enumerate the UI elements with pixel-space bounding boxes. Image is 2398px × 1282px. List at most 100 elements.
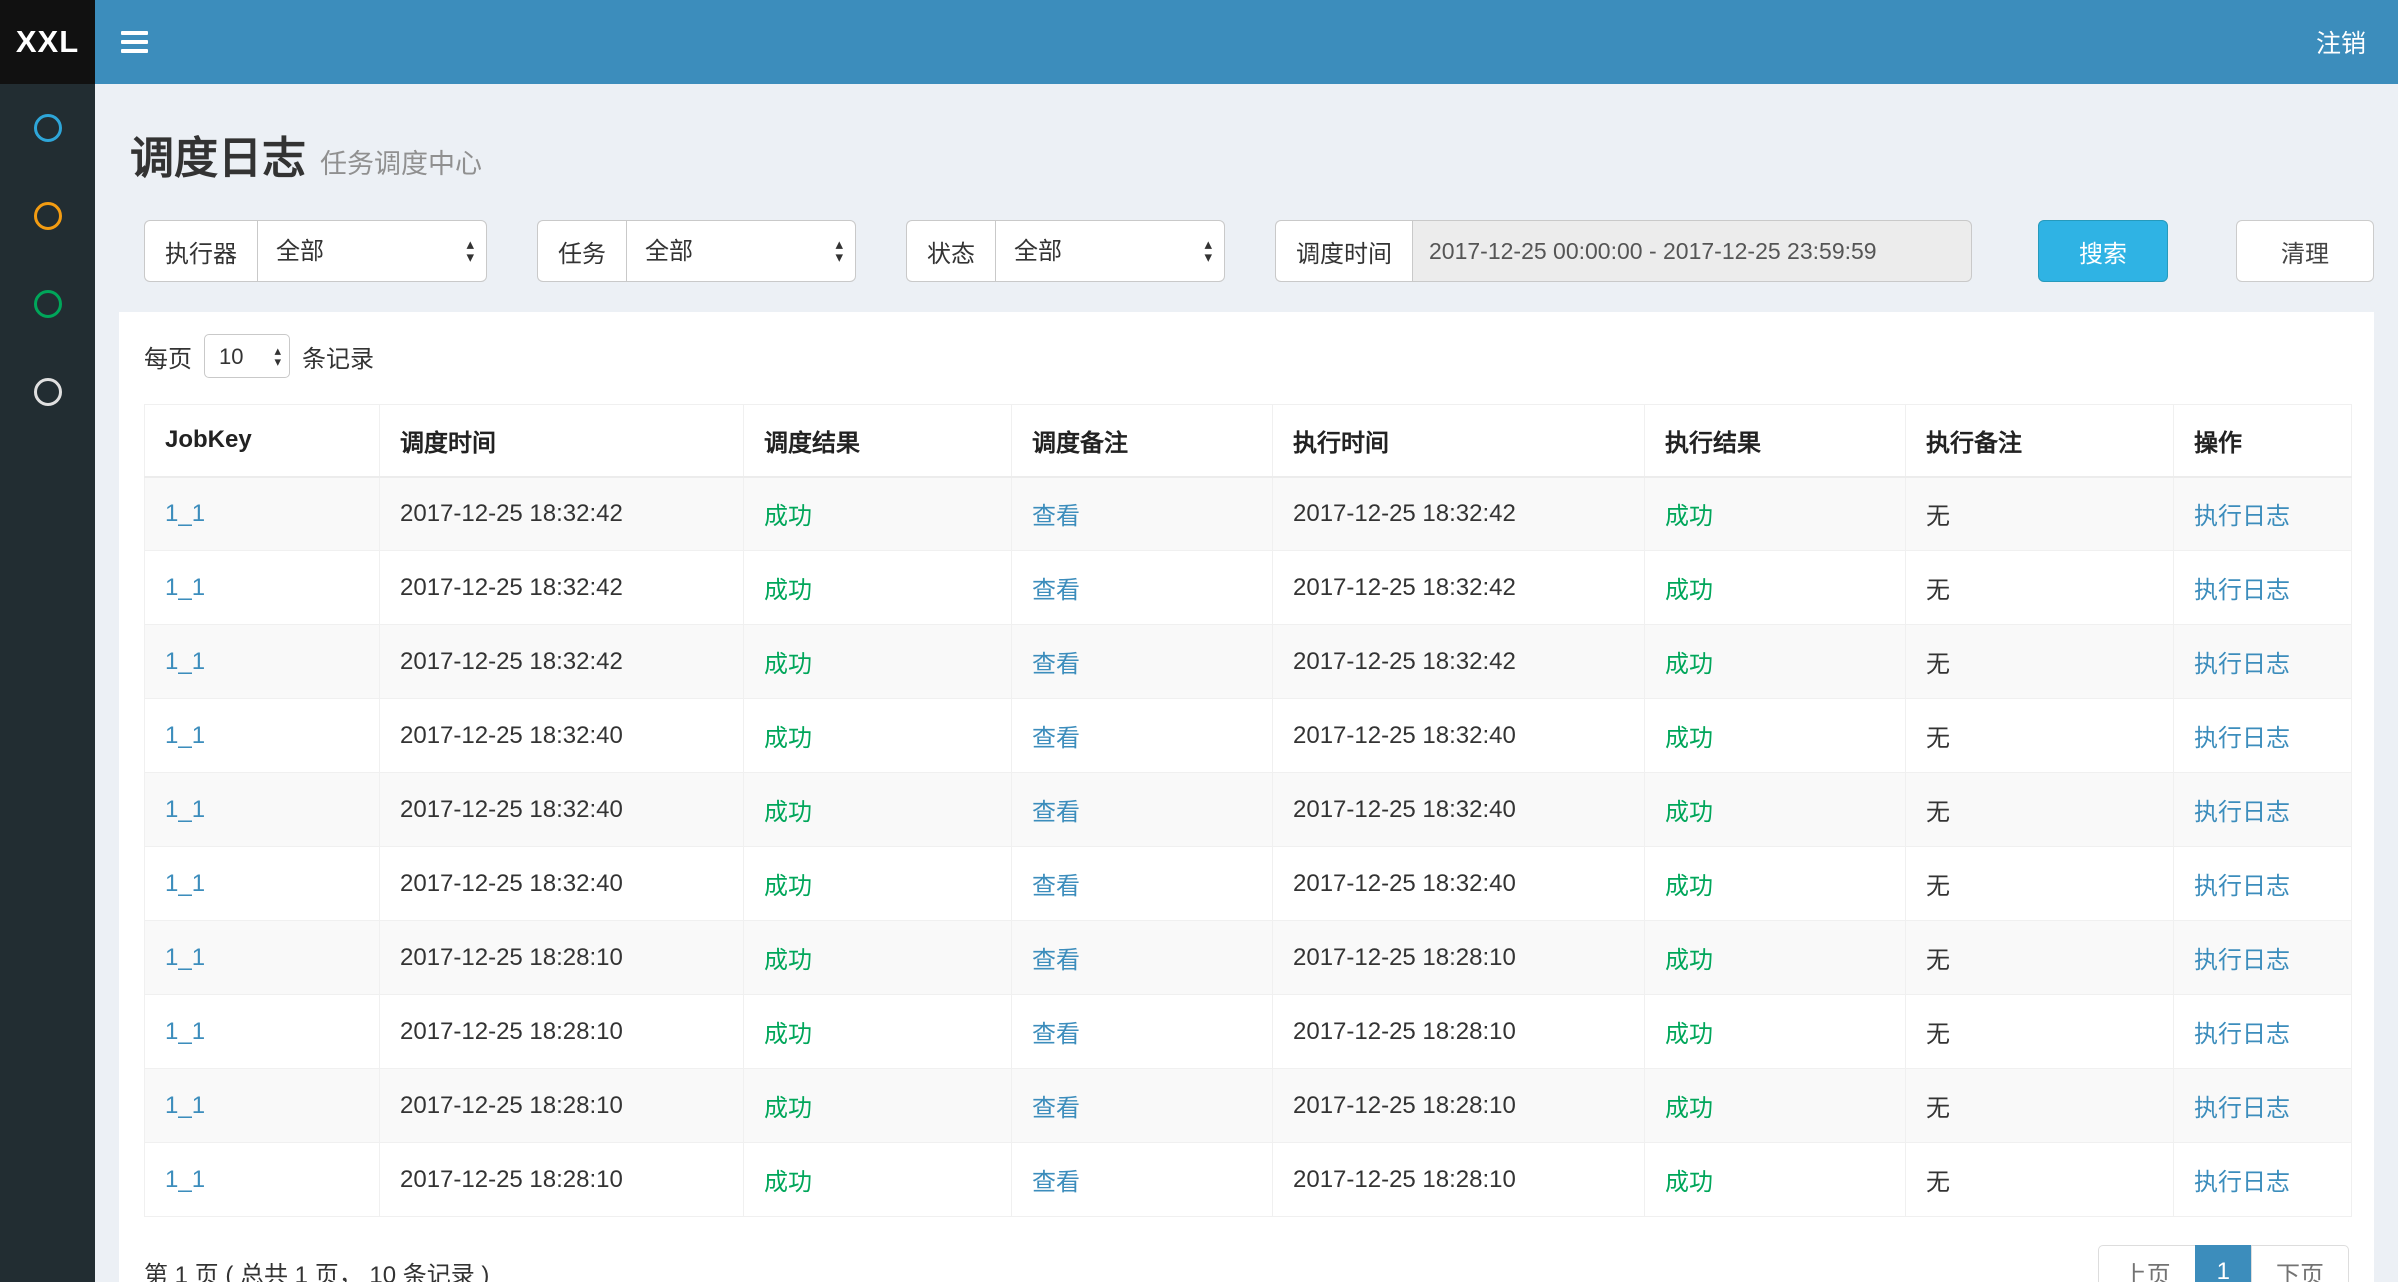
exec-log-link[interactable]: 执行日志 bbox=[2194, 577, 2290, 604]
trigger-msg-link[interactable]: 查看 bbox=[1032, 947, 1080, 974]
trigger-time-cell: 2017-12-25 18:32:40 bbox=[380, 847, 744, 921]
circle-icon-white bbox=[34, 378, 62, 406]
handle-result-text: 成功 bbox=[1665, 651, 1713, 678]
handle-time-cell: 2017-12-25 18:32:42 bbox=[1273, 551, 1645, 625]
executor-select[interactable]: 全部 bbox=[258, 221, 486, 281]
jobkey-link[interactable]: 1_1 bbox=[165, 722, 205, 749]
jobkey-link[interactable]: 1_1 bbox=[165, 500, 205, 527]
exec-log-link[interactable]: 执行日志 bbox=[2194, 799, 2290, 826]
table-row: 1_1 2017-12-25 18:32:42 成功 查看 2017-12-25… bbox=[145, 477, 2352, 551]
handle-msg-cell: 无 bbox=[1906, 699, 2174, 773]
trigger-msg-link[interactable]: 查看 bbox=[1032, 503, 1080, 530]
status-select-wrap: 全部 ▴▾ bbox=[995, 220, 1225, 282]
handle-time-cell: 2017-12-25 18:28:10 bbox=[1273, 1143, 1645, 1217]
logout-link[interactable]: 注销 bbox=[2316, 24, 2366, 60]
handle-time-cell: 2017-12-25 18:32:42 bbox=[1273, 625, 1645, 699]
sidebar-item-2[interactable] bbox=[0, 172, 95, 260]
content-header: 调度日志 任务调度中心 bbox=[95, 84, 2398, 186]
job-select-wrap: 全部 ▴▾ bbox=[626, 220, 856, 282]
trigger-time-cell: 2017-12-25 18:32:40 bbox=[380, 699, 744, 773]
handle-time-cell: 2017-12-25 18:32:40 bbox=[1273, 699, 1645, 773]
trigger-result-text: 成功 bbox=[764, 651, 812, 678]
trigger-result-text: 成功 bbox=[764, 1021, 812, 1048]
handle-result-text: 成功 bbox=[1665, 873, 1713, 900]
circle-icon-blue bbox=[34, 114, 62, 142]
handle-msg-cell: 无 bbox=[1906, 551, 2174, 625]
prev-page-button[interactable]: 上页 bbox=[2098, 1245, 2196, 1282]
sidebar-item-3[interactable] bbox=[0, 260, 95, 348]
sidebar-toggle-button[interactable] bbox=[95, 0, 173, 84]
top-navbar: XXL 注销 bbox=[0, 0, 2398, 84]
handle-msg-cell: 无 bbox=[1906, 847, 2174, 921]
jobkey-link[interactable]: 1_1 bbox=[165, 648, 205, 675]
trigger-msg-link[interactable]: 查看 bbox=[1032, 725, 1080, 752]
trigger-msg-link[interactable]: 查看 bbox=[1032, 1021, 1080, 1048]
table-header-row: JobKey 调度时间 调度结果 调度备注 执行时间 执行结果 执行备注 操作 bbox=[145, 405, 2352, 477]
trigger-time-range-input[interactable] bbox=[1412, 220, 1972, 282]
sidebar-item-4[interactable] bbox=[0, 348, 95, 436]
trigger-msg-link[interactable]: 查看 bbox=[1032, 873, 1080, 900]
exec-log-link[interactable]: 执行日志 bbox=[2194, 651, 2290, 678]
handle-time-cell: 2017-12-25 18:32:42 bbox=[1273, 477, 1645, 551]
jobkey-link[interactable]: 1_1 bbox=[165, 1018, 205, 1045]
page-title: 调度日志 任务调度中心 bbox=[130, 122, 2374, 186]
trigger-result-text: 成功 bbox=[764, 1095, 812, 1122]
per-page-suffix-label: 条记录 bbox=[302, 339, 374, 374]
trigger-msg-link[interactable]: 查看 bbox=[1032, 1169, 1080, 1196]
filter-toolbar: 执行器 全部 ▴▾ 任务 全部 ▴▾ bbox=[95, 220, 2398, 282]
trigger-time-cell: 2017-12-25 18:32:40 bbox=[380, 773, 744, 847]
jobkey-link[interactable]: 1_1 bbox=[165, 870, 205, 897]
trigger-msg-link[interactable]: 查看 bbox=[1032, 651, 1080, 678]
per-page-select-wrap: 10 ▴▾ bbox=[204, 334, 290, 378]
exec-log-link[interactable]: 执行日志 bbox=[2194, 1095, 2290, 1122]
exec-log-link[interactable]: 执行日志 bbox=[2194, 1169, 2290, 1196]
jobkey-link[interactable]: 1_1 bbox=[165, 574, 205, 601]
handle-result-text: 成功 bbox=[1665, 799, 1713, 826]
trigger-msg-link[interactable]: 查看 bbox=[1032, 1095, 1080, 1122]
next-page-button[interactable]: 下页 bbox=[2251, 1245, 2349, 1282]
jobkey-link[interactable]: 1_1 bbox=[165, 1166, 205, 1193]
jobkey-link[interactable]: 1_1 bbox=[165, 1092, 205, 1119]
handle-time-cell: 2017-12-25 18:32:40 bbox=[1273, 847, 1645, 921]
app-logo[interactable]: XXL bbox=[0, 0, 95, 84]
exec-log-link[interactable]: 执行日志 bbox=[2194, 503, 2290, 530]
handle-msg-cell: 无 bbox=[1906, 773, 2174, 847]
column-header-handle-msg: 执行备注 bbox=[1906, 405, 2174, 477]
table-footer: 第 1 页 ( 总共 1 页， 10 条记录 ) 上页 1 下页 bbox=[144, 1245, 2349, 1282]
handle-result-text: 成功 bbox=[1665, 947, 1713, 974]
trigger-msg-link[interactable]: 查看 bbox=[1032, 577, 1080, 604]
current-page-button[interactable]: 1 bbox=[2195, 1245, 2252, 1282]
handle-msg-cell: 无 bbox=[1906, 1143, 2174, 1217]
table-row: 1_1 2017-12-25 18:32:42 成功 查看 2017-12-25… bbox=[145, 551, 2352, 625]
executor-filter-label: 执行器 bbox=[144, 220, 257, 282]
trigger-result-text: 成功 bbox=[764, 799, 812, 826]
exec-log-link[interactable]: 执行日志 bbox=[2194, 873, 2290, 900]
job-filter-group: 任务 全部 ▴▾ bbox=[537, 220, 856, 282]
exec-log-link[interactable]: 执行日志 bbox=[2194, 725, 2290, 752]
jobkey-link[interactable]: 1_1 bbox=[165, 796, 205, 823]
jobkey-link[interactable]: 1_1 bbox=[165, 944, 205, 971]
pagination-info: 第 1 页 ( 总共 1 页， 10 条记录 ) bbox=[144, 1255, 489, 1282]
column-header-jobkey: JobKey bbox=[145, 405, 380, 477]
column-header-handle-result: 执行结果 bbox=[1645, 405, 1906, 477]
page-title-text: 调度日志 bbox=[130, 122, 306, 186]
table-row: 1_1 2017-12-25 18:28:10 成功 查看 2017-12-25… bbox=[145, 921, 2352, 995]
trigger-result-text: 成功 bbox=[764, 873, 812, 900]
clear-button[interactable]: 清理 bbox=[2236, 220, 2374, 282]
job-select[interactable]: 全部 bbox=[627, 221, 855, 281]
app-root: XXL 注销 调度日志 任务调度中心 bbox=[0, 0, 2398, 1282]
trigger-time-cell: 2017-12-25 18:28:10 bbox=[380, 1143, 744, 1217]
trigger-result-text: 成功 bbox=[764, 947, 812, 974]
per-page-select[interactable]: 10 bbox=[205, 335, 289, 377]
trigger-msg-link[interactable]: 查看 bbox=[1032, 799, 1080, 826]
status-select[interactable]: 全部 bbox=[996, 221, 1224, 281]
sidebar-item-1[interactable] bbox=[0, 84, 95, 172]
exec-log-link[interactable]: 执行日志 bbox=[2194, 1021, 2290, 1048]
search-button[interactable]: 搜索 bbox=[2038, 220, 2168, 282]
trigger-result-text: 成功 bbox=[764, 725, 812, 752]
sidebar bbox=[0, 84, 95, 1282]
trigger-result-text: 成功 bbox=[764, 503, 812, 530]
column-header-action: 操作 bbox=[2174, 405, 2352, 477]
handle-msg-cell: 无 bbox=[1906, 995, 2174, 1069]
exec-log-link[interactable]: 执行日志 bbox=[2194, 947, 2290, 974]
